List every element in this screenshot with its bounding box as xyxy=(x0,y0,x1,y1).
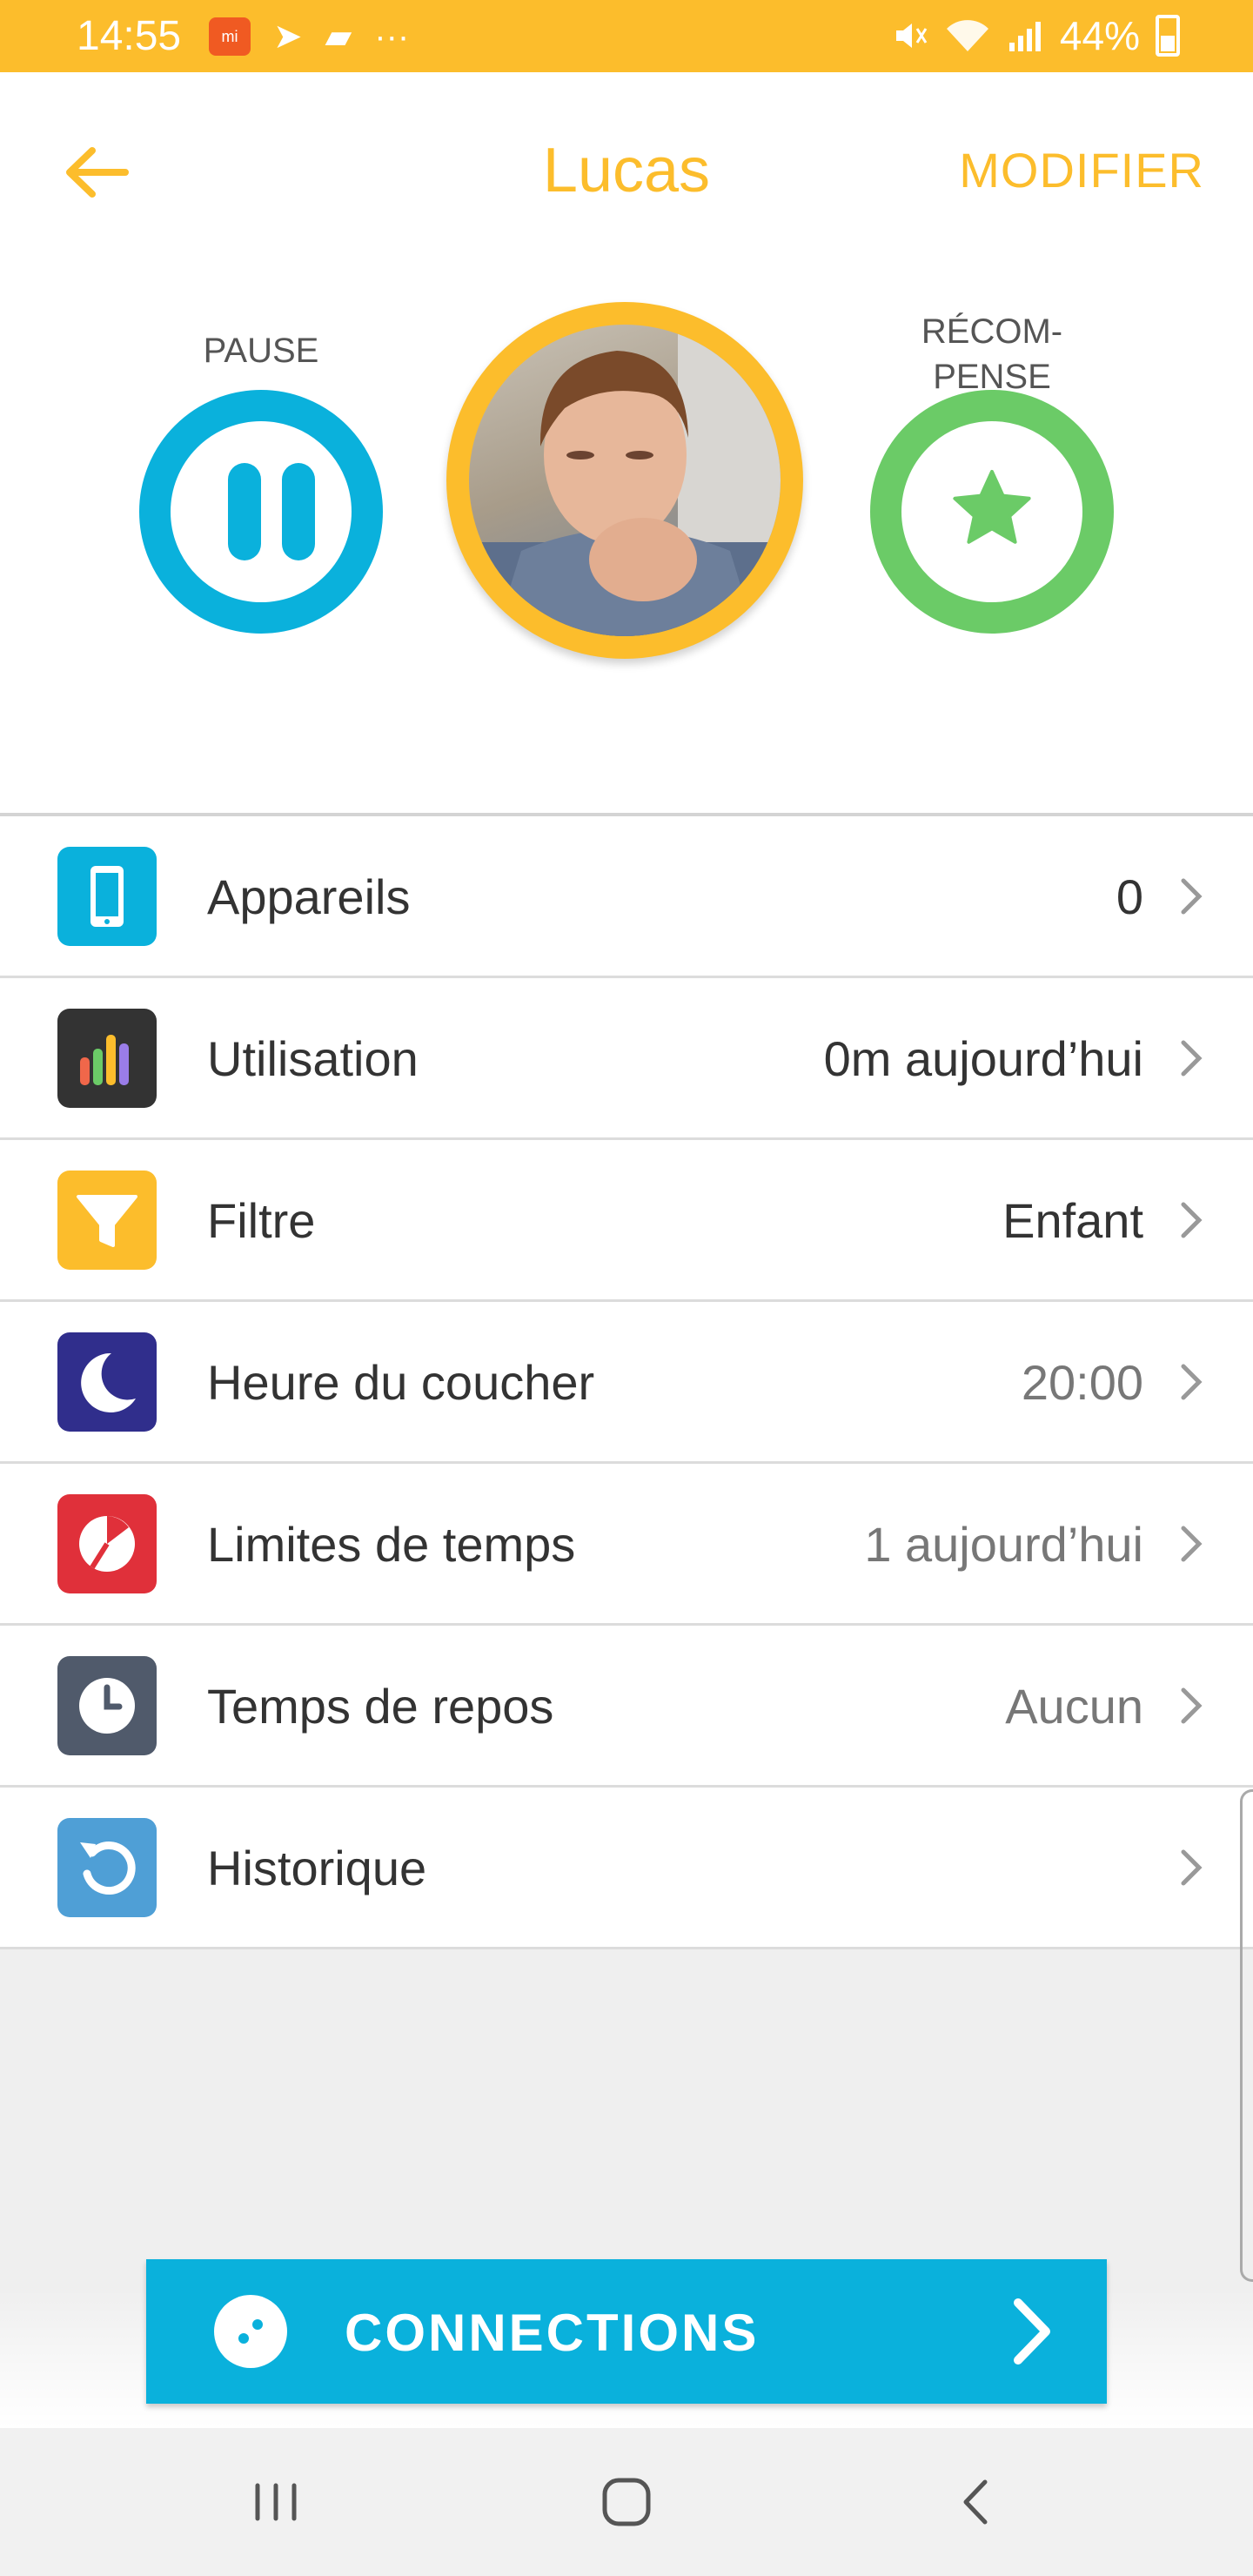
pause-label: PAUSE xyxy=(203,332,319,370)
scroll-indicator[interactable] xyxy=(1240,1789,1253,2282)
mute-icon xyxy=(895,23,928,48)
chevron-right-icon xyxy=(1181,1687,1203,1724)
timer-icon xyxy=(57,1494,157,1593)
pause-button[interactable] xyxy=(139,390,383,634)
clock-icon xyxy=(57,1656,157,1755)
list-item-value: 0m aujourd’hui xyxy=(823,1031,1143,1086)
battery-percent: 44% xyxy=(1059,13,1140,58)
pause-icon-bar-right xyxy=(282,463,315,560)
battery-icon xyxy=(1156,15,1180,57)
wifi-icon xyxy=(946,20,988,51)
back-icon[interactable] xyxy=(938,2463,1016,2541)
send-icon: ➤ xyxy=(273,17,303,56)
list-item-bedtime[interactable]: Heure du coucher 20:00 xyxy=(0,1302,1253,1464)
chevron-right-icon xyxy=(1181,1849,1203,1886)
home-icon[interactable] xyxy=(587,2463,666,2541)
list-item-value: Enfant xyxy=(1002,1193,1143,1248)
modify-button[interactable]: MODIFIER xyxy=(959,142,1204,198)
list-item-time-limits[interactable]: Limites de temps 1 aujourd’hui xyxy=(0,1464,1253,1626)
tablet-icon xyxy=(57,847,157,946)
list-item-history[interactable]: Historique xyxy=(0,1788,1253,1949)
chevron-right-icon xyxy=(1014,2298,1050,2365)
status-bar: 14:55 mi ➤ ▰ ··· 44% xyxy=(0,0,1253,72)
connections-label: CONNECTIONS xyxy=(345,2304,760,2362)
list-item-label: Filtre xyxy=(207,1193,316,1248)
list-item-value: 20:00 xyxy=(1021,1355,1143,1410)
moon-icon xyxy=(57,1332,157,1432)
recent-apps-icon[interactable] xyxy=(237,2463,315,2541)
signal-icon xyxy=(1008,22,1041,51)
list-item-value: Aucun xyxy=(1005,1679,1143,1734)
more-notifications-icon: ··· xyxy=(374,17,410,56)
pause-icon-bar-left xyxy=(228,463,261,560)
navigation-bar xyxy=(0,2428,1253,2576)
chat-icon: ▰ xyxy=(325,17,352,56)
reward-label: RÉCOM- PENSE xyxy=(861,309,1122,399)
notification-icons: mi ➤ ▰ ··· xyxy=(209,17,409,56)
list-item-label: Historique xyxy=(207,1841,427,1895)
chevron-right-icon xyxy=(1181,878,1203,915)
list-item-value: 0 xyxy=(1116,869,1143,924)
chevron-right-icon xyxy=(1181,1040,1203,1077)
filter-icon xyxy=(57,1171,157,1270)
list-item-label: Utilisation xyxy=(207,1031,419,1086)
chevron-right-icon xyxy=(1181,1202,1203,1238)
list-item-label: Limites de temps xyxy=(207,1517,576,1572)
status-time: 14:55 xyxy=(77,13,182,59)
status-right: 44% xyxy=(891,12,1180,59)
list-item-filter[interactable]: Filtre Enfant xyxy=(0,1140,1253,1302)
list-item-value: 1 aujourd’hui xyxy=(864,1517,1143,1572)
connections-icon xyxy=(214,2295,287,2368)
avatar[interactable] xyxy=(446,302,803,659)
connections-button[interactable]: CONNECTIONS xyxy=(146,2259,1107,2404)
list-item-devices[interactable]: Appareils 0 xyxy=(0,816,1253,978)
reward-button[interactable] xyxy=(870,390,1114,634)
history-icon xyxy=(57,1818,157,1917)
reward-label-line1: RÉCOM- xyxy=(921,312,1063,351)
chevron-right-icon xyxy=(1181,1526,1203,1562)
list-item-usage[interactable]: Utilisation 0m aujourd’hui xyxy=(0,978,1253,1140)
profile-photo xyxy=(469,325,781,636)
bar-chart-icon xyxy=(57,1009,157,1108)
list-item-label: Temps de repos xyxy=(207,1679,554,1734)
list-item-label: Appareils xyxy=(207,869,411,924)
list-item-rest-time[interactable]: Temps de repos Aucun xyxy=(0,1626,1253,1788)
mi-app-icon: mi xyxy=(209,17,251,56)
chevron-right-icon xyxy=(1181,1364,1203,1400)
list-item-label: Heure du coucher xyxy=(207,1355,595,1410)
profile-header: Lucas MODIFIER PAUSE RÉCOM- PENSE xyxy=(0,72,1253,816)
settings-list: Appareils 0 Utilisation 0m aujourd’hui F… xyxy=(0,816,1253,1949)
star-icon xyxy=(953,470,1031,544)
